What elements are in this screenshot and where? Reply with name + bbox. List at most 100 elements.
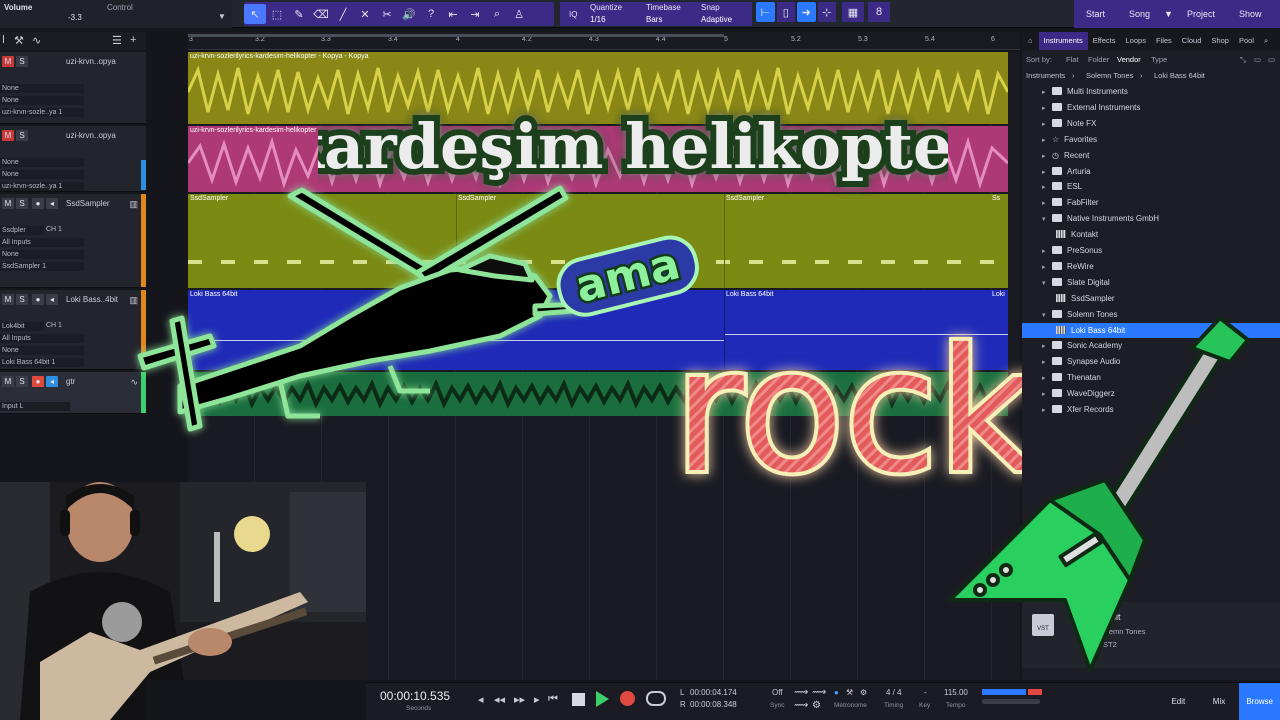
track-header[interactable]: M S ● ◂ Loki Bass..4bit ▥ Lok4bit CH 1 A… xyxy=(0,290,146,370)
cursor-follow-icon[interactable]: ⊹ xyxy=(817,2,836,22)
loop-end-value[interactable]: 00:00:08.348 xyxy=(690,700,737,709)
breadcrumb-item[interactable]: Loki Bass 64bit xyxy=(1154,71,1205,80)
song-button[interactable]: Song xyxy=(1117,9,1162,19)
instrument-select[interactable]: Lok4bit xyxy=(0,322,44,331)
timecode-icon[interactable]: 8 xyxy=(868,2,890,22)
show-button[interactable]: Show xyxy=(1227,9,1274,19)
output-select[interactable]: None xyxy=(0,250,84,259)
mute-button[interactable]: M xyxy=(2,376,14,387)
instrument-output[interactable]: Loki Bass 64bit 1 xyxy=(0,358,84,367)
output-select[interactable]: None xyxy=(0,170,84,179)
mute-button[interactable]: M xyxy=(2,56,14,67)
sort-folder[interactable]: Folder xyxy=(1088,55,1109,64)
solo-button[interactable]: S xyxy=(16,376,28,387)
mute-button[interactable]: M xyxy=(2,294,14,305)
gear-icon[interactable]: ⚙ xyxy=(860,688,867,697)
loop-range[interactable] xyxy=(188,34,724,37)
tab-shop[interactable]: Shop xyxy=(1206,32,1234,50)
track-header[interactable]: M S uzi-krvn..opya None None uzi-krvn-so… xyxy=(0,52,146,124)
loop-start-value[interactable]: 00:00:04.174 xyxy=(690,688,737,697)
master-volume-slider[interactable] xyxy=(982,699,1040,704)
key-value[interactable]: - xyxy=(924,688,927,697)
loop-icon[interactable] xyxy=(646,691,666,706)
arrow-tool-icon[interactable]: ↖ xyxy=(244,4,266,24)
tab-instruments[interactable]: Instruments xyxy=(1038,32,1088,50)
paint-tool-icon[interactable]: ╱ xyxy=(332,4,354,24)
metronome-icon[interactable]: ● xyxy=(834,688,839,697)
loop-start-icon[interactable]: ⏮ xyxy=(548,693,558,706)
stop-icon[interactable] xyxy=(572,693,585,706)
rewind-start-icon[interactable]: ◂ xyxy=(478,693,484,706)
play-icon[interactable] xyxy=(596,691,609,707)
chevron-down-icon[interactable]: ▼ xyxy=(1162,9,1175,19)
home-icon[interactable]: ⌂ xyxy=(1022,32,1039,50)
tree-item[interactable]: ▸ ReWire xyxy=(1022,259,1280,274)
forward-end-icon[interactable]: ▸ xyxy=(534,693,540,706)
browse-button[interactable]: Browse xyxy=(1239,683,1280,720)
quantize-control[interactable]: Quantize 1/16 xyxy=(590,3,622,24)
solo-button[interactable]: S xyxy=(16,56,28,67)
instrument-select[interactable]: Ssdpler xyxy=(0,226,44,235)
input-select[interactable]: None xyxy=(0,84,84,93)
chevron-right-icon[interactable]: ▸ xyxy=(1042,101,1052,116)
chevron-right-icon[interactable]: ▸ xyxy=(1042,117,1052,132)
record-button[interactable]: ● xyxy=(32,376,44,387)
tree-item[interactable]: ▸ FabFilter xyxy=(1022,195,1280,210)
mix-button[interactable]: Mix xyxy=(1199,683,1240,720)
monitor-button[interactable]: ◂ xyxy=(46,376,58,387)
tree-item[interactable]: ▸ External Instruments xyxy=(1022,100,1280,115)
chevron-down-icon[interactable]: ▾ xyxy=(1042,212,1052,227)
timeline-ruler[interactable]: 3 3.2 3.3 3.4 4 4.2 4.3 4.4 5 5.2 5.3 5.… xyxy=(188,32,1020,50)
monitor-button[interactable]: ◂ xyxy=(46,198,58,209)
input-select[interactable]: All Inputs xyxy=(0,238,84,247)
precount-icon[interactable]: ⟿ xyxy=(794,687,808,698)
record-button[interactable]: ● xyxy=(32,198,44,209)
timing-value[interactable]: 4 / 4 xyxy=(886,688,902,697)
track-header[interactable]: M S uzi-krvn..opya None None uzi-krvn-so… xyxy=(0,126,146,192)
time-unit[interactable]: Seconds xyxy=(406,705,431,712)
channel-select[interactable]: uzi-krvn-sozle..ya 1 xyxy=(0,182,84,191)
tree-item[interactable]: ▾ Slate Digital xyxy=(1022,275,1280,290)
sort-flat[interactable]: Flat xyxy=(1066,55,1079,64)
tree-item[interactable]: ▸ Arturia xyxy=(1022,164,1280,179)
time-display[interactable]: 00:00:10.535 xyxy=(380,689,450,703)
output-select[interactable]: None xyxy=(0,96,84,105)
split-tool-icon[interactable]: ✂ xyxy=(376,4,398,24)
timebase-control[interactable]: Timebase Bars xyxy=(646,3,681,24)
record-button[interactable]: ● xyxy=(32,294,44,305)
autopunch-icon[interactable]: ⟿ xyxy=(794,700,808,711)
zoom-icon[interactable]: ⌕ xyxy=(486,4,508,24)
chevron-down-icon[interactable]: ▼ xyxy=(218,12,226,21)
layout-icon[interactable]: ▭ xyxy=(1268,55,1275,64)
sort-type[interactable]: Type xyxy=(1151,55,1167,64)
layout-icon[interactable]: ▭ xyxy=(1254,55,1261,64)
tempo-value[interactable]: 115.00 xyxy=(944,688,968,697)
grid-menu-icon[interactable]: ▦ xyxy=(842,2,864,22)
preroll-icon[interactable]: ⟿ xyxy=(812,687,826,698)
solo-button[interactable]: S xyxy=(16,294,28,305)
sync-value[interactable]: Off xyxy=(772,688,783,697)
eraser-tool-icon[interactable]: ⌫ xyxy=(310,4,332,24)
collapse-icon[interactable]: ⤡ xyxy=(1240,55,1246,65)
help-icon[interactable]: ? xyxy=(420,4,442,24)
tree-item[interactable]: ▸ ◷ Recent xyxy=(1022,148,1280,163)
iq-button[interactable]: IQ xyxy=(569,10,577,19)
list-icon[interactable]: ☰ xyxy=(112,34,122,47)
add-track-icon[interactable]: + xyxy=(130,34,136,46)
tab-files[interactable]: Files xyxy=(1151,32,1177,50)
mute-tool-icon[interactable]: ✕ xyxy=(354,4,376,24)
listen-tool-icon[interactable]: 🔊 xyxy=(398,4,420,24)
edit-button[interactable]: Edit xyxy=(1158,683,1199,720)
tree-item[interactable]: ▾ Native Instruments GmbH xyxy=(1022,211,1280,226)
volume-control[interactable]: Volume -3.3 Control ▼ xyxy=(0,0,232,28)
tree-item[interactable]: ▸ ☆ Favorites xyxy=(1022,132,1280,147)
input-select[interactable]: Input L xyxy=(0,402,70,411)
chevron-right-icon[interactable]: ▸ xyxy=(1042,260,1052,275)
tree-item[interactable]: ▸ PreSonus xyxy=(1022,243,1280,258)
breadcrumb-item[interactable]: Instruments xyxy=(1026,71,1065,80)
track-header[interactable]: M S ● ◂ SsdSampler ▥ Ssdpler CH 1 All In… xyxy=(0,194,146,288)
channel-select[interactable]: uzi-krvn-sozle..ya 1 xyxy=(0,108,84,117)
mute-button[interactable]: M xyxy=(2,198,14,209)
snap-grid-icon[interactable]: ⊢ xyxy=(756,2,775,22)
output-select[interactable]: None xyxy=(0,346,84,355)
